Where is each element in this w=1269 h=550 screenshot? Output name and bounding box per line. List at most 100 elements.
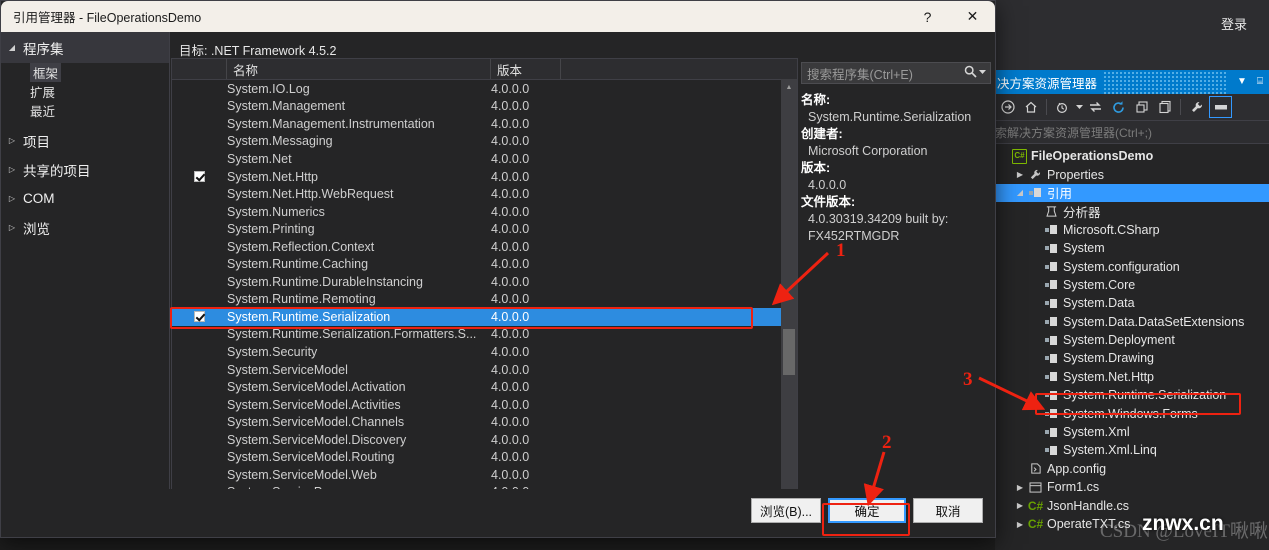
assembly-row-checkbox-cell[interactable]	[172, 189, 227, 200]
tree-item-app-config[interactable]: App.config	[995, 460, 1269, 478]
assembly-row-checkbox-cell[interactable]	[172, 83, 227, 94]
refresh-icon[interactable]	[1108, 97, 1129, 117]
nav-item-extensions[interactable]: 扩展	[1, 82, 169, 101]
assembly-row-checkbox-cell[interactable]	[172, 346, 227, 357]
assembly-row-checkbox-cell[interactable]	[172, 118, 227, 129]
nav-group-shared-projects[interactable]: ▷ 共享的项目	[1, 155, 169, 184]
assembly-row-checkbox-cell[interactable]	[172, 364, 227, 375]
collapse-all-icon[interactable]	[1131, 97, 1152, 117]
assembly-row-checkbox-cell[interactable]	[172, 224, 227, 235]
sync-icon[interactable]	[1085, 97, 1106, 117]
show-all-files-icon[interactable]	[1154, 97, 1175, 117]
assembly-row[interactable]: System.ServiceModel.Activities 4.0.0.0	[172, 396, 797, 414]
chevron-right-icon[interactable]: ▶	[1013, 501, 1027, 510]
assembly-row[interactable]: System.ServiceModel.Discovery 4.0.0.0	[172, 431, 797, 449]
assembly-row[interactable]: System.ServiceModel.Web 4.0.0.0	[172, 466, 797, 484]
tree-item-system-xml[interactable]: System.Xml	[995, 423, 1269, 441]
assembly-row-checkbox-cell[interactable]	[172, 276, 227, 287]
close-icon[interactable]: ✕	[950, 1, 995, 32]
nav-group-assemblies[interactable]: ◢ 程序集	[1, 32, 169, 63]
tree-item-system-data-datasetextensions[interactable]: System.Data.DataSetExtensions	[995, 313, 1269, 331]
pending-changes-icon[interactable]	[1052, 97, 1073, 117]
tree-item-form1-cs[interactable]: ▶ Form1.cs	[995, 478, 1269, 496]
preview-selected-icon[interactable]	[1209, 96, 1232, 118]
assembly-row-checkbox-cell[interactable]	[172, 171, 227, 182]
nav-group-projects[interactable]: ▷ 项目	[1, 126, 169, 155]
chevron-down-icon[interactable]	[1075, 97, 1083, 117]
assembly-row[interactable]: System.Runtime.DurableInstancing 4.0.0.0	[172, 273, 797, 291]
assembly-row[interactable]: System.Management.Instrumentation 4.0.0.0	[172, 115, 797, 133]
solution-explorer-search-input[interactable]: 索解决方案资源管理器(Ctrl+;)	[995, 121, 1269, 144]
assembly-row-checkbox-cell[interactable]	[172, 294, 227, 305]
tree-item-microsoft-csharp[interactable]: Microsoft.CSharp	[995, 221, 1269, 239]
nav-group-com[interactable]: ▷ COM	[1, 184, 169, 213]
chevron-right-icon[interactable]: ▶	[1013, 170, 1027, 179]
tree-item-[interactable]: 分析器	[995, 202, 1269, 220]
assembly-row[interactable]: System.Runtime.Caching 4.0.0.0	[172, 255, 797, 273]
tree-item-system-windows-forms[interactable]: System.Windows.Forms	[995, 404, 1269, 422]
assembly-row-checkbox-cell[interactable]	[172, 136, 227, 147]
assembly-row[interactable]: System.Reflection.Context 4.0.0.0	[172, 238, 797, 256]
assembly-row[interactable]: System.Net.Http 4.0.0.0	[172, 168, 797, 186]
cancel-button[interactable]: 取消	[913, 498, 983, 523]
assembly-row[interactable]: System.Runtime.Remoting 4.0.0.0	[172, 291, 797, 309]
home-icon[interactable]	[1020, 97, 1041, 117]
tree-item-system-deployment[interactable]: System.Deployment	[995, 331, 1269, 349]
tree-item-jsonhandle-cs[interactable]: ▶ C# JsonHandle.cs	[995, 496, 1269, 514]
tree-item-fileoperationsdemo[interactable]: C# FileOperationsDemo	[995, 147, 1269, 165]
search-icon[interactable]	[964, 65, 979, 81]
assembly-search-input[interactable]: 搜索程序集(Ctrl+E)	[801, 62, 991, 84]
assembly-row-checkbox-cell[interactable]	[172, 469, 227, 480]
assembly-row[interactable]: System.IO.Log 4.0.0.0	[172, 80, 797, 98]
tree-item-system-configuration[interactable]: System.configuration	[995, 257, 1269, 275]
assembly-row-checkbox-cell[interactable]	[172, 153, 227, 164]
assembly-row[interactable]: System.ServiceModel.Channels 4.0.0.0	[172, 413, 797, 431]
assembly-row[interactable]: System.Runtime.Serialization.Formatters.…	[172, 326, 797, 344]
column-header-name[interactable]: 名称	[227, 59, 491, 79]
assembly-row[interactable]: System.Runtime.Serialization 4.0.0.0	[172, 308, 797, 326]
properties-icon[interactable]	[1186, 97, 1207, 117]
checkbox-checked-icon[interactable]	[194, 171, 205, 182]
tree-item-[interactable]: ◢ 引用	[995, 183, 1269, 203]
assembly-row-checkbox-cell[interactable]	[172, 311, 227, 323]
browse-button[interactable]: 浏览(B)...	[751, 498, 821, 523]
assembly-row-checkbox-cell[interactable]	[172, 241, 227, 252]
scrollbar-thumb[interactable]	[783, 329, 795, 375]
assembly-list-scrollbar[interactable]: ▲ ▼	[781, 79, 797, 512]
assembly-row[interactable]: System.Management 4.0.0.0	[172, 98, 797, 116]
assembly-row-checkbox-cell[interactable]	[172, 382, 227, 393]
pin-icon[interactable]: ⌸	[1251, 70, 1269, 94]
assembly-row[interactable]: System.Numerics 4.0.0.0	[172, 203, 797, 221]
help-icon[interactable]: ?	[905, 1, 950, 32]
column-header-version[interactable]: 版本	[491, 59, 561, 79]
chevron-down-icon[interactable]	[979, 69, 990, 77]
nav-item-recent[interactable]: 最近	[1, 101, 169, 120]
assembly-row-checkbox-cell[interactable]	[172, 452, 227, 463]
nav-item-framework[interactable]: 框架	[1, 63, 169, 82]
assembly-row-checkbox-cell[interactable]	[172, 101, 227, 112]
chevron-expanded-icon[interactable]: ◢	[1013, 188, 1027, 197]
tree-item-system[interactable]: System	[995, 239, 1269, 257]
sign-in-link[interactable]: 登录	[1221, 14, 1247, 33]
tree-item-system-data[interactable]: System.Data	[995, 294, 1269, 312]
ok-button[interactable]: 确定	[828, 498, 906, 523]
tree-item-system-drawing[interactable]: System.Drawing	[995, 349, 1269, 367]
tree-item-properties[interactable]: ▶ Properties	[995, 165, 1269, 183]
tree-item-system-net-http[interactable]: System.Net.Http	[995, 368, 1269, 386]
assembly-row[interactable]: System.ServiceModel 4.0.0.0	[172, 361, 797, 379]
assembly-row[interactable]: System.Net 4.0.0.0	[172, 150, 797, 168]
assembly-row-checkbox-cell[interactable]	[172, 329, 227, 340]
tree-item-system-xml-linq[interactable]: System.Xml.Linq	[995, 441, 1269, 459]
assembly-row[interactable]: System.ServiceModel.Activation 4.0.0.0	[172, 378, 797, 396]
scroll-up-icon[interactable]: ▲	[781, 79, 797, 95]
nav-group-browse[interactable]: ▷ 浏览	[1, 213, 169, 242]
tree-item-system-runtime-serialization[interactable]: System.Runtime.Serialization	[995, 386, 1269, 404]
assembly-row-checkbox-cell[interactable]	[172, 417, 227, 428]
chevron-right-icon[interactable]: ▶	[1013, 520, 1027, 529]
assembly-row-checkbox-cell[interactable]	[172, 399, 227, 410]
assembly-row[interactable]: System.Security 4.0.0.0	[172, 343, 797, 361]
tree-item-operatetxt-cs[interactable]: ▶ C# OperateTXT.cs	[995, 515, 1269, 533]
checkbox-checked-icon[interactable]	[194, 311, 205, 323]
tree-item-system-core[interactable]: System.Core	[995, 276, 1269, 294]
assembly-row-checkbox-cell[interactable]	[172, 259, 227, 270]
